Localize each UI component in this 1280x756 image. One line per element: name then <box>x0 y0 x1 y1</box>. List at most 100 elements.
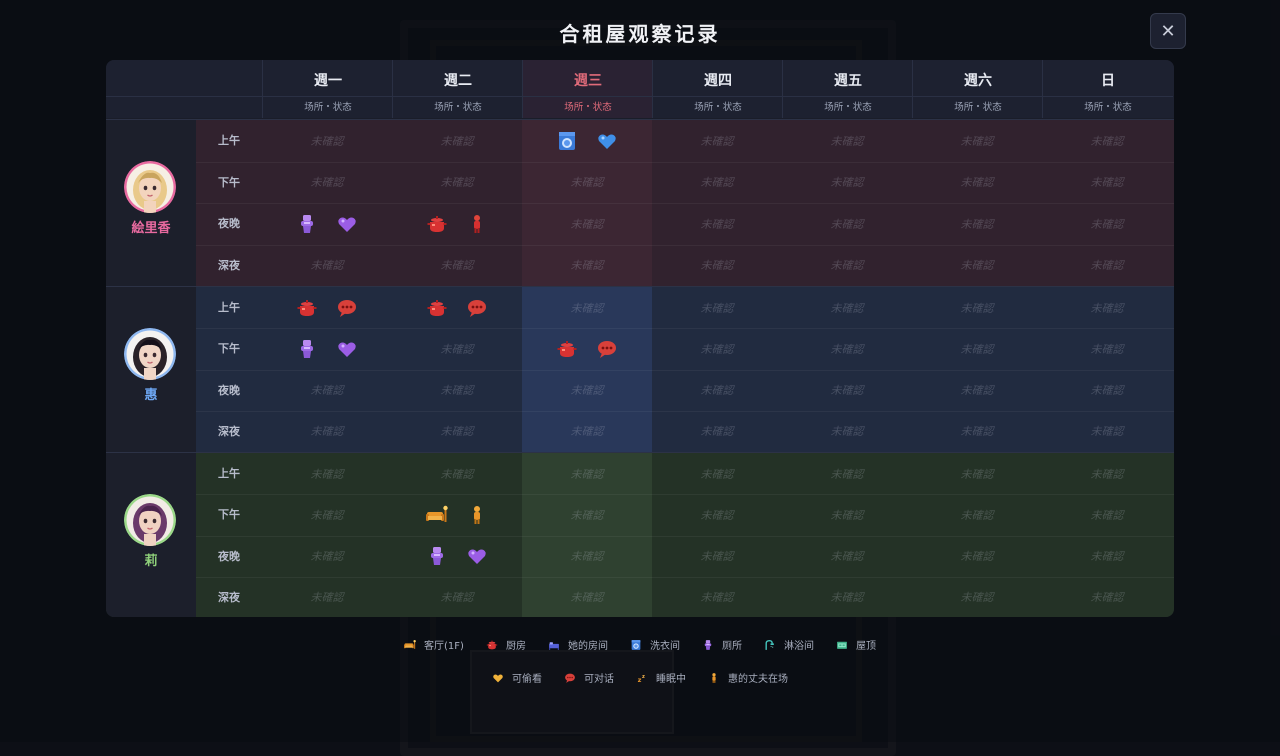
schedule-cell[interactable]: 未確認 <box>652 287 782 328</box>
close-button[interactable]: ✕ <box>1150 13 1186 49</box>
schedule-cell[interactable]: 未確認 <box>652 494 782 535</box>
schedule-cell[interactable] <box>392 287 522 328</box>
schedule-cell[interactable]: 未確認 <box>522 536 652 577</box>
schedule-cell[interactable]: 未確認 <box>392 577 522 617</box>
schedule-cell[interactable]: 未確認 <box>912 245 1042 287</box>
schedule-cell[interactable] <box>392 494 522 535</box>
schedule-cell[interactable]: 未確認 <box>912 494 1042 535</box>
schedule-cell[interactable]: 未確認 <box>522 453 652 494</box>
schedule-cell[interactable]: 未確認 <box>1042 287 1172 328</box>
schedule-cell[interactable]: 未確認 <box>1042 245 1172 287</box>
schedule-cell[interactable]: 未確認 <box>1042 328 1172 369</box>
legend-label: 洗衣间 <box>649 641 680 652</box>
schedule-cell[interactable] <box>522 328 652 369</box>
schedule-cell[interactable] <box>392 203 522 245</box>
schedule-cell[interactable]: 未確認 <box>522 287 652 328</box>
schedule-cell[interactable]: 未確認 <box>1042 120 1172 162</box>
schedule-cell[interactable]: 未確認 <box>392 245 522 287</box>
schedule-cell[interactable]: 未確認 <box>1042 203 1172 245</box>
schedule-cell[interactable]: 未確認 <box>652 245 782 287</box>
schedule-cell[interactable]: 未確認 <box>912 411 1042 452</box>
unconfirmed-text: 未確認 <box>960 425 994 439</box>
character-cell[interactable]: 惠 <box>106 287 196 452</box>
schedule-cell[interactable]: 未確認 <box>522 162 652 204</box>
blonde-woman-avatar <box>124 161 176 213</box>
schedule-cell[interactable] <box>262 328 392 369</box>
schedule-cell[interactable]: 未確認 <box>522 494 652 535</box>
schedule-cell[interactable]: 未確認 <box>912 370 1042 411</box>
unconfirmed-text: 未確認 <box>830 591 864 605</box>
schedule-cell[interactable]: 未確認 <box>912 453 1042 494</box>
schedule-cell[interactable]: 未確認 <box>262 411 392 452</box>
schedule-cell[interactable]: 未確認 <box>1042 536 1172 577</box>
schedule-cell[interactable]: 未確認 <box>392 120 522 162</box>
schedule-cell[interactable]: 未確認 <box>782 287 912 328</box>
schedule-cell[interactable]: 未確認 <box>392 328 522 369</box>
unconfirmed-text: 未確認 <box>440 467 474 481</box>
schedule-cell[interactable]: 未確認 <box>522 203 652 245</box>
schedule-cell[interactable]: 未確認 <box>262 120 392 162</box>
schedule-cell[interactable] <box>522 120 652 162</box>
schedule-table: 週一 场所・状态 週二 场所・状态 週三 场所・状态 週四 场所・状态 週五 场所・状态 週六 场所・… <box>106 60 1174 617</box>
schedule-cell[interactable]: 未確認 <box>782 536 912 577</box>
column-header-day-4: 週四 场所・状态 <box>652 60 783 118</box>
schedule-cell[interactable]: 未確認 <box>1042 494 1172 535</box>
schedule-cell[interactable]: 未確認 <box>392 453 522 494</box>
schedule-cell[interactable]: 未確認 <box>652 453 782 494</box>
schedule-cell[interactable]: 未確認 <box>262 494 392 535</box>
schedule-cell[interactable]: 未確認 <box>392 411 522 452</box>
schedule-cell[interactable]: 未確認 <box>522 370 652 411</box>
schedule-cell[interactable]: 未確認 <box>522 577 652 617</box>
schedule-cell[interactable]: 未確認 <box>782 162 912 204</box>
schedule-cell[interactable]: 未確認 <box>1042 370 1172 411</box>
schedule-cell[interactable]: 未確認 <box>782 120 912 162</box>
schedule-cell[interactable]: 未確認 <box>912 203 1042 245</box>
schedule-cell[interactable]: 未確認 <box>782 453 912 494</box>
schedule-cell[interactable]: 未確認 <box>782 245 912 287</box>
schedule-cell[interactable]: 未確認 <box>262 453 392 494</box>
schedule-cell[interactable]: 未確認 <box>522 411 652 452</box>
unconfirmed-text: 未確認 <box>440 425 474 439</box>
schedule-cell[interactable]: 未確認 <box>1042 162 1172 204</box>
roof-icon <box>836 639 848 651</box>
character-cell[interactable]: 絵里香 <box>106 120 196 286</box>
schedule-cell[interactable]: 未確認 <box>912 162 1042 204</box>
header-corner-divider <box>106 96 262 97</box>
schedule-cell[interactable]: 未確認 <box>652 328 782 369</box>
schedule-cell[interactable]: 未確認 <box>652 203 782 245</box>
schedule-cell[interactable]: 未確認 <box>912 536 1042 577</box>
schedule-cell[interactable]: 未確認 <box>652 370 782 411</box>
schedule-cell[interactable]: 未確認 <box>262 370 392 411</box>
schedule-cell[interactable]: 未確認 <box>1042 453 1172 494</box>
schedule-cell[interactable]: 未確認 <box>782 577 912 617</box>
schedule-cell[interactable]: 未確認 <box>782 370 912 411</box>
schedule-cell[interactable]: 未確認 <box>652 411 782 452</box>
schedule-cell[interactable]: 未確認 <box>652 120 782 162</box>
schedule-cell[interactable]: 未確認 <box>912 120 1042 162</box>
schedule-cell[interactable]: 未確認 <box>782 411 912 452</box>
schedule-cell[interactable]: 未確認 <box>1042 411 1172 452</box>
schedule-cell[interactable]: 未確認 <box>782 203 912 245</box>
schedule-cell[interactable] <box>262 287 392 328</box>
schedule-cell[interactable] <box>392 536 522 577</box>
schedule-cell[interactable]: 未確認 <box>912 328 1042 369</box>
character-cell[interactable]: 莉 <box>106 453 196 617</box>
schedule-cell[interactable]: 未確認 <box>1042 577 1172 617</box>
schedule-cell[interactable]: 未確認 <box>652 577 782 617</box>
unconfirmed-text: 未確認 <box>310 384 344 398</box>
schedule-cell[interactable]: 未確認 <box>522 245 652 287</box>
schedule-cell[interactable] <box>262 203 392 245</box>
schedule-cell[interactable]: 未確認 <box>262 577 392 617</box>
schedule-cell[interactable]: 未確認 <box>392 162 522 204</box>
schedule-cell[interactable]: 未確認 <box>262 162 392 204</box>
kitchen-icon <box>426 213 448 235</box>
schedule-cell[interactable]: 未確認 <box>912 287 1042 328</box>
schedule-cell[interactable]: 未確認 <box>392 370 522 411</box>
schedule-cell[interactable]: 未確認 <box>652 536 782 577</box>
schedule-cell[interactable]: 未確認 <box>912 577 1042 617</box>
schedule-cell[interactable]: 未確認 <box>652 162 782 204</box>
schedule-cell[interactable]: 未確認 <box>782 328 912 369</box>
schedule-cell[interactable]: 未確認 <box>262 245 392 287</box>
schedule-cell[interactable]: 未確認 <box>782 494 912 535</box>
schedule-cell[interactable]: 未確認 <box>262 536 392 577</box>
